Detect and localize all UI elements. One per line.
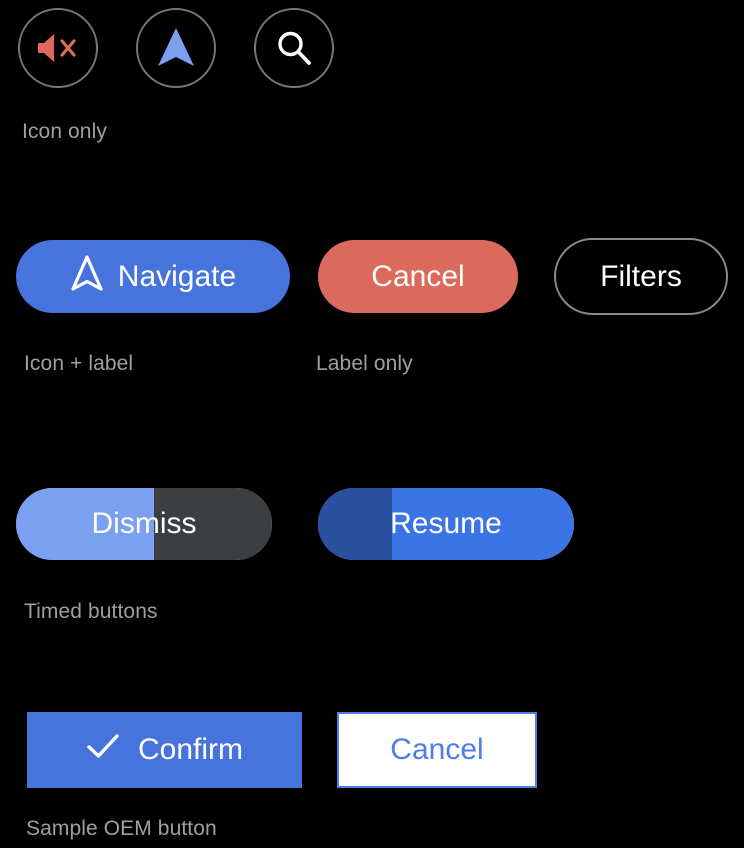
timed-buttons-caption: Timed buttons [24, 600, 158, 623]
navigate-label: Navigate [117, 259, 237, 293]
resume-button[interactable]: Resume [318, 488, 574, 560]
volume-mute-icon [34, 28, 82, 68]
cancel-label: Cancel [371, 259, 465, 293]
label-only-caption: Label only [316, 352, 413, 375]
cancel-oem-button[interactable]: Cancel [337, 712, 537, 788]
icon-label-caption: Icon + label [24, 352, 134, 375]
resume-label: Resume [390, 507, 502, 540]
mute-button[interactable] [18, 8, 98, 88]
navigation-arrow-outline-icon [70, 253, 104, 301]
navigate-labeled-button[interactable]: Navigate [16, 240, 290, 313]
search-icon [273, 27, 315, 69]
filters-label: Filters [600, 259, 682, 293]
check-icon [86, 732, 120, 768]
filters-button[interactable]: Filters [554, 238, 728, 315]
dismiss-button[interactable]: Dismiss [16, 488, 272, 560]
cancel-pill-button[interactable]: Cancel [318, 240, 518, 313]
confirm-button[interactable]: Confirm [27, 712, 302, 788]
navigate-button[interactable] [136, 8, 216, 88]
cancel-oem-label: Cancel [390, 733, 484, 766]
icon-only-caption: Icon only [22, 120, 107, 143]
oem-caption: Sample OEM button [26, 817, 217, 840]
button-gallery-screen: Icon only Navigate Cancel Filters Icon +… [0, 0, 744, 848]
resume-progress-fill [318, 488, 393, 560]
confirm-label: Confirm [137, 733, 243, 766]
navigation-arrow-icon [156, 26, 196, 70]
dismiss-label: Dismiss [91, 507, 197, 540]
search-button[interactable] [254, 8, 334, 88]
